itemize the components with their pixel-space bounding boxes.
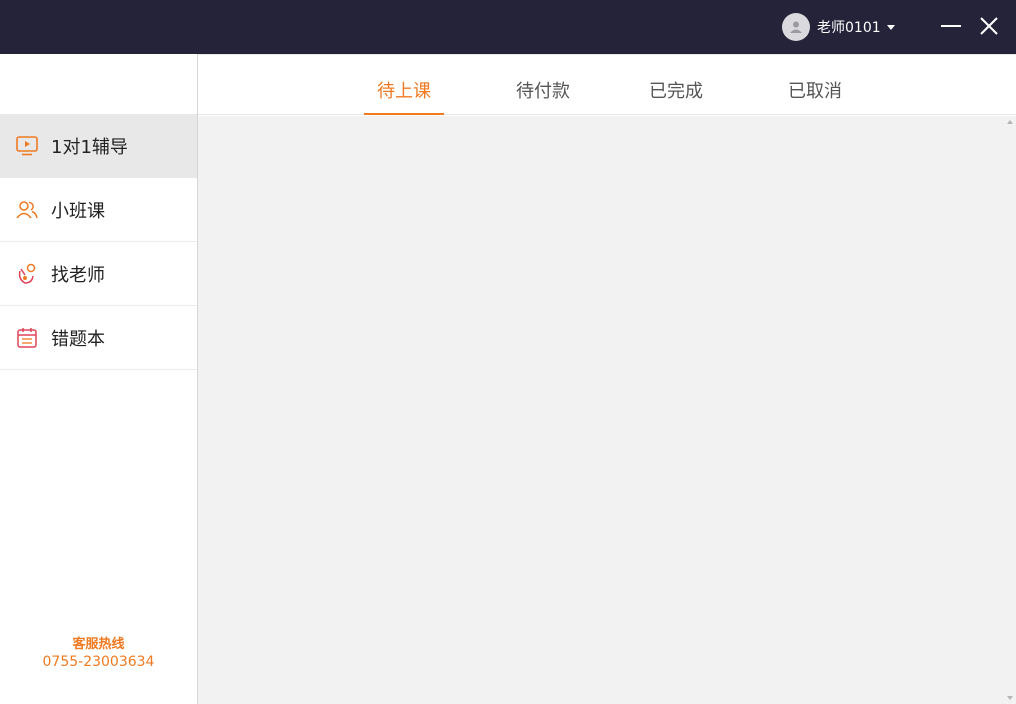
title-bar: 老师0101 bbox=[0, 0, 1016, 54]
tab-label: 已完成 bbox=[649, 81, 703, 102]
tab-label: 已取消 bbox=[788, 81, 842, 102]
minimize-button[interactable] bbox=[939, 14, 963, 38]
minimize-icon bbox=[941, 25, 961, 27]
hotline-title: 客服热线 bbox=[72, 637, 125, 652]
tab-label: 待上课 bbox=[377, 81, 431, 102]
search-teacher-icon bbox=[16, 263, 38, 285]
order-tabs: 待上课 待付款 已完成 已取消 bbox=[198, 55, 1016, 115]
username-label: 老师0101 bbox=[817, 20, 881, 36]
tab-label: 待付款 bbox=[516, 81, 570, 102]
sidebar-item-1on1[interactable]: 1对1辅导 bbox=[0, 114, 197, 178]
sidebar-item-small-class[interactable]: 小班课 bbox=[0, 178, 197, 242]
user-avatar-icon bbox=[782, 13, 810, 41]
sidebar-item-label: 1对1辅导 bbox=[51, 136, 128, 158]
sidebar-item-mistake-book[interactable]: 错题本 bbox=[0, 306, 197, 370]
tab-pending-payment[interactable]: 待付款 bbox=[503, 77, 583, 115]
scroll-down-icon[interactable] bbox=[1007, 696, 1013, 700]
tab-completed[interactable]: 已完成 bbox=[636, 77, 716, 115]
tab-active-indicator bbox=[364, 113, 444, 115]
sidebar-item-find-teacher[interactable]: 找老师 bbox=[0, 242, 197, 306]
sidebar-item-label: 错题本 bbox=[51, 328, 105, 350]
play-screen-icon bbox=[16, 135, 38, 157]
sidebar-nav: 1对1辅导 小班课 找老师 错题本 bbox=[0, 114, 197, 370]
caret-down-icon bbox=[886, 25, 895, 30]
tab-pending-class[interactable]: 待上课 bbox=[364, 77, 444, 115]
tab-cancelled[interactable]: 已取消 bbox=[775, 77, 855, 115]
scroll-up-icon[interactable] bbox=[1007, 120, 1013, 124]
sidebar-item-label: 小班课 bbox=[51, 200, 105, 222]
close-button[interactable] bbox=[977, 14, 1001, 38]
hotline-phone[interactable]: 0755-23003634 bbox=[0, 654, 197, 670]
user-menu[interactable]: 老师0101 bbox=[782, 13, 895, 41]
calendar-notebook-icon bbox=[16, 327, 38, 349]
sidebar: 1对1辅导 小班课 找老师 错题本 客服热线 0755-23003634 bbox=[0, 54, 198, 704]
vertical-scrollbar[interactable] bbox=[1005, 116, 1016, 704]
group-icon bbox=[16, 199, 38, 221]
close-icon bbox=[980, 17, 998, 35]
content-area bbox=[198, 116, 1016, 704]
sidebar-item-label: 找老师 bbox=[51, 264, 105, 286]
